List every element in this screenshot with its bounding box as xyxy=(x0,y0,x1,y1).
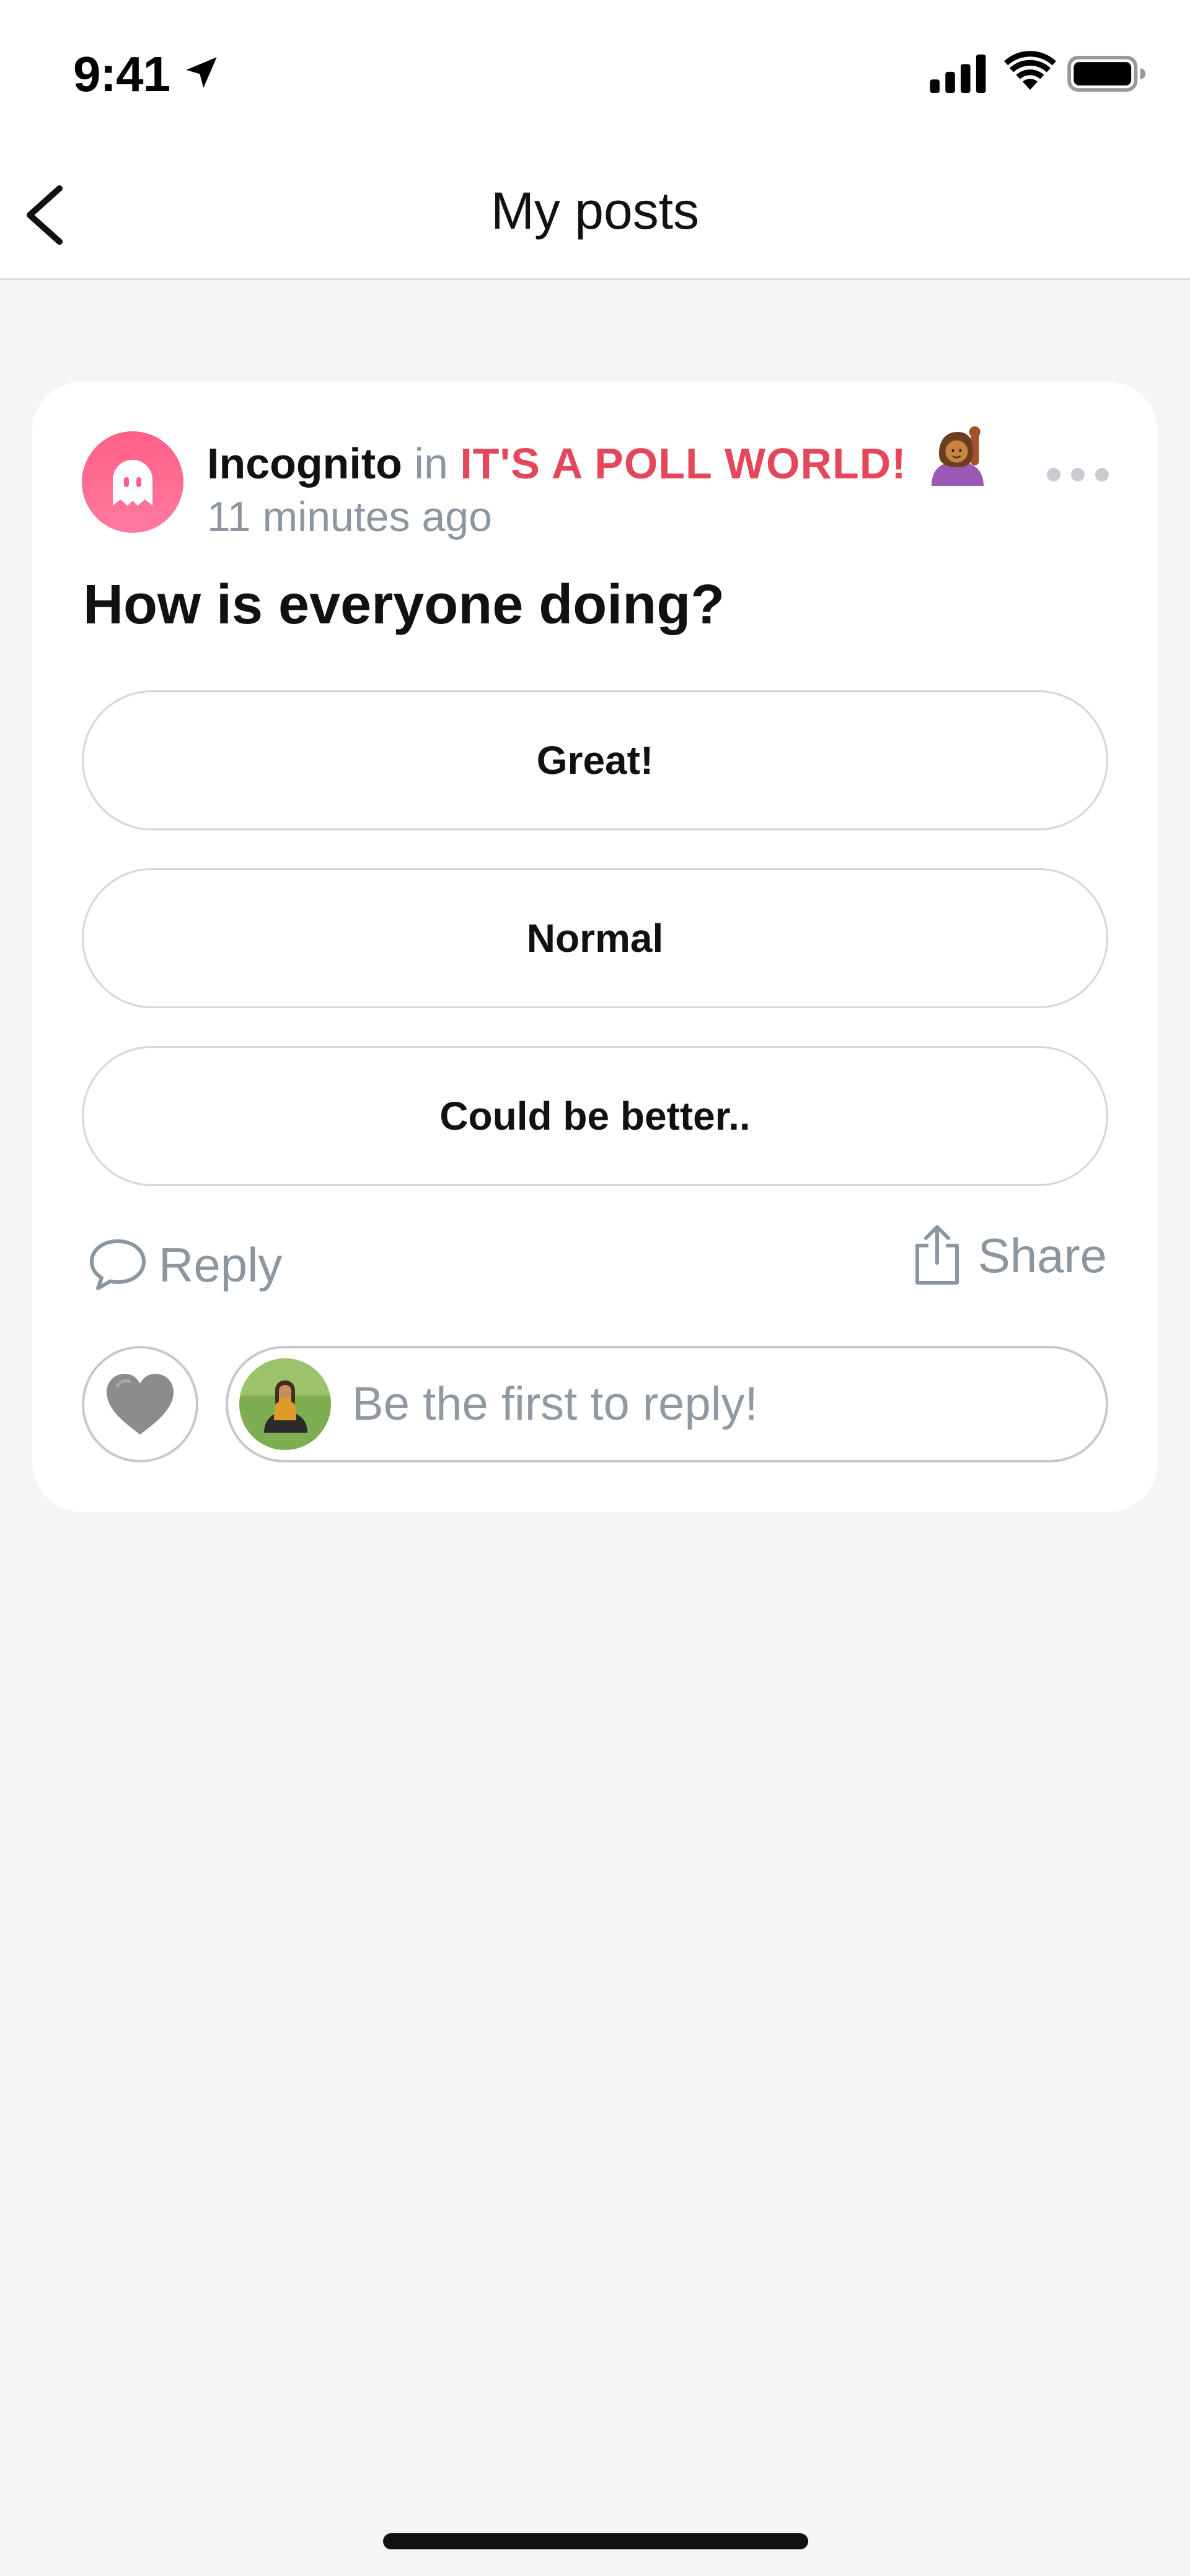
post-meta: Incognito in IT'S A POLL WORLD! xyxy=(207,426,985,493)
more-options-button[interactable] xyxy=(1044,461,1112,488)
person-raising-hand-emoji-icon xyxy=(932,426,984,486)
grey-heart-icon xyxy=(107,1373,174,1435)
home-indicator xyxy=(383,2533,808,2549)
reply-placeholder: Be the first to reply! xyxy=(352,1378,758,1430)
share-icon xyxy=(915,1225,959,1285)
in-label: in xyxy=(414,439,448,488)
wifi-icon xyxy=(1004,51,1056,90)
user-photo xyxy=(239,1358,331,1450)
reply-button[interactable]: Reply xyxy=(87,1231,282,1299)
post-timestamp: 11 minutes ago xyxy=(207,493,492,540)
reply-label: Reply xyxy=(159,1237,283,1292)
poll-option-normal[interactable]: Normal xyxy=(82,868,1108,1008)
page-title: My posts xyxy=(490,182,700,240)
author-name[interactable]: Incognito xyxy=(207,439,402,488)
author-avatar[interactable] xyxy=(82,431,183,533)
user-avatar xyxy=(239,1358,331,1450)
ghost-icon xyxy=(113,460,152,506)
community-link[interactable]: IT'S A POLL WORLD! xyxy=(460,439,906,488)
share-label: Share xyxy=(977,1228,1107,1283)
poll-option-great[interactable]: Great! xyxy=(82,690,1108,830)
status-bar: 9:41 xyxy=(0,0,1190,146)
post-card: Incognito in IT'S A POLL WORLD! 11 minut… xyxy=(32,382,1158,1512)
cellular-signal-icon xyxy=(930,55,986,93)
share-button[interactable]: Share xyxy=(910,1218,1107,1293)
status-time: 9:41 xyxy=(73,46,170,102)
nav-header: My posts xyxy=(0,146,1190,280)
poll-option-could-be-better[interactable]: Could be better.. xyxy=(82,1046,1108,1186)
battery-icon xyxy=(1067,56,1146,92)
location-arrow-icon xyxy=(186,57,217,88)
like-button[interactable] xyxy=(82,1346,198,1462)
speech-bubble-icon xyxy=(90,1239,146,1290)
poll-question: How is everyone doing? xyxy=(83,574,725,636)
reply-input[interactable]: Be the first to reply! xyxy=(226,1346,1108,1462)
